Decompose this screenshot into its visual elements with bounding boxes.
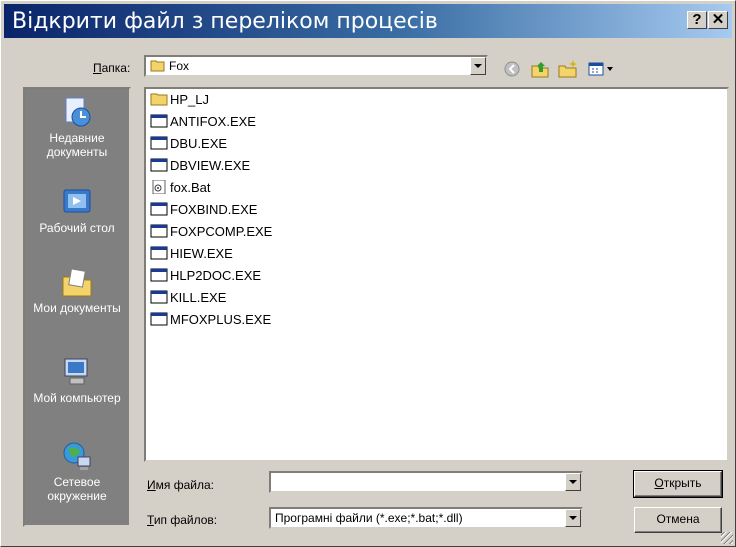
file-item[interactable]: DBU.EXE [150,135,227,155]
place-my-computer[interactable]: Мой компьютер [25,355,129,405]
back-icon[interactable] [501,58,523,80]
filetype-value: Програмні файли (*.exe;*.bat;*.dll) [275,511,463,525]
close-button[interactable]: ✕ [708,11,728,29]
window-title: Відкрити файл з переліком процесів [12,9,438,34]
file-item[interactable]: KILL.EXE [150,289,226,309]
executable-icon [150,224,168,238]
open-button[interactable]: Открыть [633,470,723,498]
folder-combo[interactable]: Fox [144,55,488,77]
desktop-icon [63,189,91,213]
file-item[interactable]: fox.Bat [150,179,210,199]
filename-combo[interactable] [269,471,583,493]
recent-documents-icon [65,97,91,127]
place-desktop[interactable]: Рабочий стол [25,185,129,235]
executable-icon [150,114,168,128]
chevron-down-icon[interactable] [565,509,581,527]
place-network[interactable]: Сетевое окружение [25,439,129,503]
folder-label: Папка: [93,61,131,75]
file-item[interactable]: HLP2DOC.EXE [150,267,261,287]
executable-icon [150,290,168,304]
file-item[interactable]: MFOXPLUS.EXE [150,311,271,331]
my-computer-icon [64,358,88,385]
chevron-down-icon[interactable] [565,473,581,491]
file-item[interactable]: HP_LJ [150,91,209,111]
file-list[interactable]: HP_LJ ANTIFOX.EXE DBU.EXE DBVIEW.EXE fox… [144,87,729,462]
up-folder-icon[interactable] [529,58,551,80]
executable-icon [150,312,168,326]
view-menu-icon[interactable] [586,58,618,80]
folder-value: Fox [150,59,189,73]
executable-icon [150,268,168,282]
filetype-select[interactable]: Програмні файли (*.exe;*.bat;*.dll) [269,507,583,529]
file-item[interactable]: HIEW.EXE [150,245,233,265]
folder-icon [150,93,168,106]
places-bar: Недавние документы Рабочий стол Мои доку… [23,87,131,527]
batch-file-icon [152,180,166,194]
network-icon [63,442,91,470]
title-bar[interactable]: Відкрити файл з переліком процесів ? ✕ [4,4,732,38]
chevron-down-icon[interactable] [470,57,486,75]
executable-icon [150,158,168,172]
cancel-button[interactable]: Отмена [634,507,722,533]
help-button[interactable]: ? [687,11,707,29]
file-item[interactable]: DBVIEW.EXE [150,157,250,177]
filetype-label: Тип файлов: [147,513,218,527]
executable-icon [150,246,168,260]
file-item[interactable]: FOXPCOMP.EXE [150,223,272,243]
place-recent-documents[interactable]: Недавние документы [25,95,129,159]
open-file-dialog: Відкрити файл з переліком процесів ? ✕ П… [0,0,736,547]
filename-label: Имя файла: [147,478,214,492]
folder-icon [150,60,165,72]
resize-grip[interactable] [721,532,733,544]
my-documents-icon [62,268,92,297]
executable-icon [150,202,168,216]
file-item[interactable]: FOXBIND.EXE [150,201,257,221]
executable-icon [150,136,168,150]
new-folder-icon[interactable] [557,58,579,80]
file-item[interactable]: ANTIFOX.EXE [150,113,256,133]
place-my-documents[interactable]: Мои документы [25,265,129,315]
